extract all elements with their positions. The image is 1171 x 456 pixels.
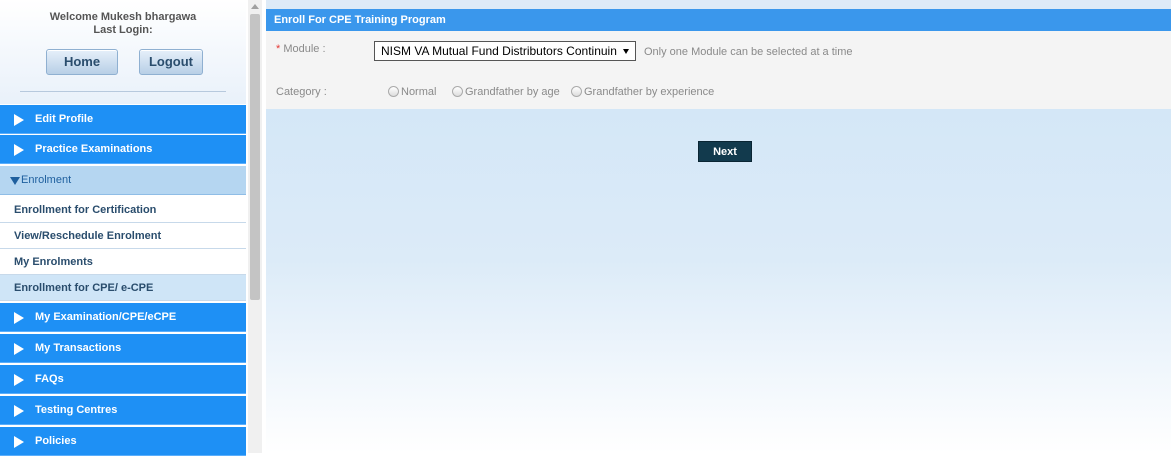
module-select[interactable]: NISM VA Mutual Fund Distributors Continu… — [374, 41, 636, 61]
module-select-value: NISM VA Mutual Fund Distributors Continu… — [381, 44, 617, 58]
menu-item-label: Enrolment — [21, 174, 72, 186]
next-button[interactable]: Next — [698, 141, 752, 162]
radio-grandfather-age-label: Grandfather by age — [465, 86, 560, 98]
triangle-right-icon — [14, 114, 24, 126]
triangle-right-icon — [14, 405, 24, 417]
radio-grandfather-experience-label: Grandfather by experience — [584, 86, 715, 98]
last-login-text: Last Login: — [93, 24, 153, 36]
sub-item-view-reschedule[interactable]: View/Reschedule Enrolment — [0, 223, 246, 249]
radio-normal[interactable] — [388, 86, 399, 97]
menu-item-practice-examinations[interactable]: Practice Examinations — [0, 135, 246, 164]
sidebar-scrollbar[interactable] — [248, 0, 262, 453]
menu-item-label: My Examination/CPE/eCPE — [35, 311, 177, 323]
menu-item-enrolment[interactable]: Enrolment — [0, 166, 246, 195]
menu-item-edit-profile[interactable]: Edit Profile — [0, 105, 246, 134]
menu-item-policies[interactable]: Policies — [0, 427, 246, 456]
home-button[interactable]: Home — [46, 49, 118, 75]
main-content: Enroll For CPE Training Program * Module… — [266, 0, 1171, 453]
triangle-right-icon — [14, 144, 24, 156]
page-title: Enroll For CPE Training Program — [266, 9, 1171, 31]
menu-item-faqs[interactable]: FAQs — [0, 365, 246, 394]
triangle-right-icon — [14, 343, 24, 355]
sub-item-enrollment-cpe[interactable]: Enrollment for CPE/ e-CPE — [0, 275, 246, 301]
welcome-text: Welcome Mukesh bhargawa — [49, 11, 197, 23]
triangle-down-icon — [10, 177, 20, 185]
module-note: Only one Module can be selected at a tim… — [644, 46, 853, 58]
menu-item-testing-centres[interactable]: Testing Centres — [0, 396, 246, 425]
scroll-thumb[interactable] — [250, 14, 260, 300]
menu-item-label: Testing Centres — [35, 404, 118, 416]
triangle-right-icon — [14, 374, 24, 386]
menu-item-label: FAQs — [35, 373, 64, 385]
sub-item-enrollment-certification[interactable]: Enrollment for Certification — [0, 197, 246, 223]
radio-grandfather-experience[interactable] — [571, 86, 582, 97]
required-marker: * — [276, 43, 281, 55]
menu-item-label: Policies — [35, 435, 77, 447]
triangle-right-icon — [14, 436, 24, 448]
sidebar: Welcome Mukesh bhargawa Last Login: Home… — [0, 0, 246, 456]
category-label: Category : — [276, 86, 327, 98]
radio-normal-label: Normal — [401, 86, 437, 98]
menu-item-my-transactions[interactable]: My Transactions — [0, 334, 246, 363]
menu-item-label: Practice Examinations — [35, 143, 153, 155]
scroll-up-arrow-icon[interactable] — [251, 4, 259, 9]
module-label: * Module : — [276, 43, 326, 55]
dropdown-arrow-icon — [623, 49, 629, 54]
logout-button[interactable]: Logout — [139, 49, 203, 75]
menu-item-label: My Transactions — [35, 342, 122, 354]
user-panel: Welcome Mukesh bhargawa Last Login: Home… — [0, 0, 246, 104]
module-label-text: Module : — [283, 43, 326, 55]
sub-item-my-enrolments[interactable]: My Enrolments — [0, 249, 246, 275]
menu-item-my-examination[interactable]: My Examination/CPE/eCPE — [0, 303, 246, 332]
enroll-form: * Module : NISM VA Mutual Fund Distribut… — [266, 31, 1171, 109]
divider — [20, 91, 226, 92]
radio-grandfather-age[interactable] — [452, 86, 463, 97]
triangle-right-icon — [14, 312, 24, 324]
menu-item-label: Edit Profile — [35, 113, 94, 125]
